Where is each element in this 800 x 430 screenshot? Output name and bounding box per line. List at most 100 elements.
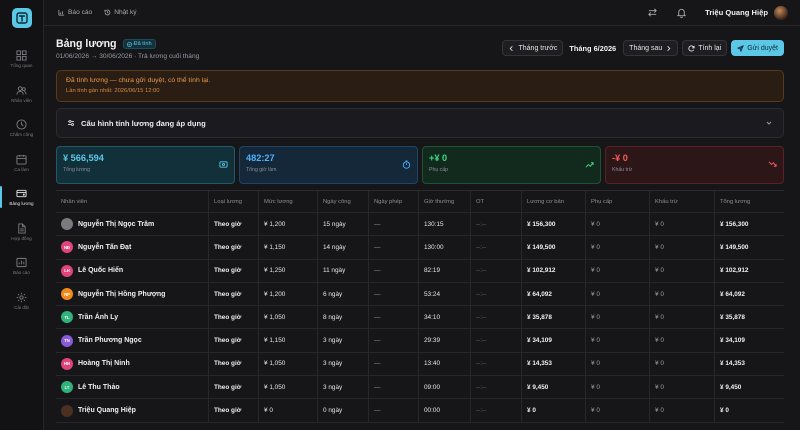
stat-value: +¥ 0 bbox=[429, 153, 448, 163]
next-month-button[interactable]: Tháng sau bbox=[623, 40, 679, 56]
employee-name[interactable]: Nguyễn Thị Ngọc Trâm bbox=[78, 221, 154, 228]
column-header[interactable]: OT bbox=[471, 191, 522, 212]
history-icon bbox=[104, 9, 111, 16]
column-header[interactable]: Giờ thường bbox=[419, 191, 471, 212]
table-row[interactable]: Triệu Quang Hiệp Theo giờ ¥ 00 ngày —00:00-… bbox=[56, 399, 784, 423]
sidebar-item-label: Báo cáo bbox=[13, 270, 30, 275]
payroll-config-panel[interactable]: Cấu hình tính lương đang áp dụng bbox=[56, 108, 784, 138]
cell-ot: --:-- bbox=[471, 352, 522, 376]
check-circle-icon bbox=[126, 41, 132, 47]
swap-arrows-icon[interactable] bbox=[647, 7, 658, 18]
employee-cell: LH Lê Quốc Hiển bbox=[56, 259, 209, 282]
sidebar-item-payroll[interactable]: Bảng lương bbox=[0, 180, 44, 214]
cell-deduct: ¥ 0 bbox=[650, 236, 715, 259]
cell-days: 11 ngày bbox=[318, 259, 369, 282]
employee-name[interactable]: Nguyễn Thị Hồng Phượng bbox=[78, 291, 165, 298]
table-row[interactable]: Nguyễn Thị Ngọc Trâm Theo giờ ¥ 1,200 15 ng… bbox=[56, 213, 784, 237]
employee-name[interactable]: Hoàng Thị Ninh bbox=[78, 360, 130, 367]
cell-total: ¥ 64,092 bbox=[720, 290, 745, 298]
sidebar-item-overview[interactable]: Tổng quan bbox=[0, 42, 44, 76]
user-name[interactable]: Triệu Quang Hiệp bbox=[705, 8, 768, 17]
column-header[interactable]: Khấu trừ bbox=[650, 191, 715, 212]
topnav-log[interactable]: Nhật ký bbox=[104, 9, 137, 16]
column-header[interactable]: Phụ cấp bbox=[586, 191, 650, 212]
employee-name[interactable]: Triệu Quang Hiệp bbox=[78, 407, 136, 414]
config-title: Cấu hình tính lương đang áp dụng bbox=[81, 118, 206, 128]
cell-total: ¥ 9,450 bbox=[720, 383, 742, 391]
recalculate-label: Tính lại bbox=[698, 44, 722, 52]
employee-cell: HN Hoàng Thị Ninh bbox=[56, 352, 209, 376]
column-header[interactable]: Lương cơ bản bbox=[522, 191, 586, 212]
sliders-icon bbox=[68, 120, 74, 126]
cell-allow: ¥ 0 bbox=[586, 213, 650, 236]
trend-up-icon bbox=[585, 162, 594, 168]
grid-icon bbox=[16, 50, 27, 61]
trend-down-icon bbox=[768, 161, 777, 167]
payroll-content: Bảng lương Đã tính 01/06/2026 → 30/06/20… bbox=[44, 26, 800, 430]
stat-allowance: +¥ 0 Phụ cấp bbox=[422, 146, 601, 184]
sidebar-item-settings[interactable]: Cài đặt bbox=[0, 284, 44, 318]
table-row[interactable]: LH Lê Quốc Hiển Theo giờ ¥ 1,250 11 ngày —82:… bbox=[56, 259, 784, 283]
cell-days: 14 ngày bbox=[318, 236, 369, 259]
main-area: Báo cáo Nhật ký Triệu Quang Hiệp Bảng lư… bbox=[44, 0, 800, 430]
topnav-reports[interactable]: Báo cáo bbox=[58, 9, 92, 16]
employee-name[interactable]: Trần Phương Ngọc bbox=[78, 337, 142, 344]
employee-name[interactable]: Nguyễn Tấn Đạt bbox=[78, 244, 131, 251]
cell-total: ¥ 102,912 bbox=[720, 267, 749, 275]
sidebar-item-reports[interactable]: Báo cáo bbox=[0, 249, 44, 283]
column-header[interactable]: Loại lương bbox=[209, 191, 259, 212]
stat-label: Khấu trừ bbox=[612, 167, 633, 173]
table-row[interactable]: TL Trần Ánh Ly Theo giờ ¥ 1,050 8 ngày —34:10… bbox=[56, 306, 784, 330]
cell-leave: — bbox=[369, 259, 419, 282]
chevron-down-icon[interactable] bbox=[765, 119, 773, 127]
column-header[interactable]: Ngày công bbox=[318, 191, 369, 212]
cell-days: 8 ngày bbox=[318, 306, 369, 329]
employee-cell: NP Nguyễn Thị Hồng Phượng bbox=[56, 282, 209, 306]
stat-total-hours: 482:27 Tổng giờ làm bbox=[239, 146, 418, 184]
cell-rate: ¥ 1,150 bbox=[259, 329, 318, 352]
sidebar-item-shifts[interactable]: Ca làm bbox=[0, 146, 44, 180]
stat-value: ¥ 566,594 bbox=[63, 153, 104, 163]
cell-total: ¥ 156,300 bbox=[720, 220, 749, 228]
bell-icon[interactable] bbox=[676, 7, 687, 18]
stat-label: Tổng giờ làm bbox=[246, 167, 277, 173]
cell-allow: ¥ 0 bbox=[586, 376, 650, 399]
stat-total-salary: ¥ 566,594 Tổng lương bbox=[56, 146, 235, 184]
column-header[interactable]: Nhân viên bbox=[56, 191, 209, 212]
employee-name[interactable]: Lê Quốc Hiển bbox=[78, 267, 123, 274]
document-icon bbox=[18, 222, 26, 234]
cell-deduct: ¥ 0 bbox=[650, 259, 715, 282]
sidebar-item-contracts[interactable]: Hợp đồng bbox=[0, 215, 44, 249]
sidebar-item-attendance[interactable]: Chấm công bbox=[0, 111, 44, 145]
alert-last-calc: Lần tính gần nhất: 2026/06/15 12:00 bbox=[66, 88, 160, 94]
recalculate-button[interactable]: Tính lại bbox=[682, 40, 728, 56]
t-logo-icon[interactable] bbox=[11, 8, 32, 28]
column-header[interactable]: Tổng lương bbox=[715, 191, 775, 212]
cell-ot: --:-- bbox=[471, 213, 522, 236]
employee-cell: TL Trần Ánh Ly bbox=[56, 306, 209, 329]
avatar: TN bbox=[61, 334, 73, 347]
avatar[interactable] bbox=[774, 5, 788, 20]
column-header[interactable]: Ngày phép bbox=[369, 191, 419, 212]
sidebar-item-label: Hợp đồng bbox=[11, 235, 32, 241]
prev-month-button[interactable]: Tháng trước bbox=[502, 40, 564, 56]
cell-base: ¥ 156,300 bbox=[522, 213, 586, 236]
status-badge: Đã tính bbox=[122, 39, 156, 49]
employee-name[interactable]: Trần Ánh Ly bbox=[78, 314, 118, 321]
sidebar-item-employees[interactable]: Nhân viên bbox=[0, 77, 44, 111]
employee-name[interactable]: Lê Thu Thảo bbox=[78, 384, 120, 391]
column-header[interactable]: Mức lương bbox=[259, 191, 318, 212]
table-row[interactable]: LT Lê Thu Thảo Theo giờ ¥ 1,050 3 ngày —09:00… bbox=[56, 376, 784, 400]
table-row[interactable]: HN Hoàng Thị Ninh Theo giờ ¥ 1,050 3 ngày —13… bbox=[56, 352, 784, 377]
sidebar-item-label: Chấm công bbox=[9, 132, 34, 137]
stat-label: Phụ cấp bbox=[429, 167, 449, 173]
cell-total: ¥ 35,878 bbox=[720, 313, 745, 321]
table-row[interactable]: NP Nguyễn Thị Hồng Phượng Theo giờ ¥ 1,200 6… bbox=[56, 282, 784, 307]
submit-approval-button[interactable]: Gửi duyệt bbox=[731, 40, 784, 56]
cell-rate: ¥ 1,150 bbox=[259, 236, 318, 259]
cell-hours: 82:19 bbox=[419, 259, 471, 282]
cell-type: Theo giờ bbox=[209, 399, 259, 422]
table-row[interactable]: TN Trần Phương Ngọc Theo giờ ¥ 1,150 3 ngày —… bbox=[56, 329, 784, 353]
table-row[interactable]: NĐ Nguyễn Tấn Đạt Theo giờ ¥ 1,150 14 ngày —1… bbox=[56, 236, 784, 260]
stat-value: -¥ 0 bbox=[612, 153, 628, 163]
